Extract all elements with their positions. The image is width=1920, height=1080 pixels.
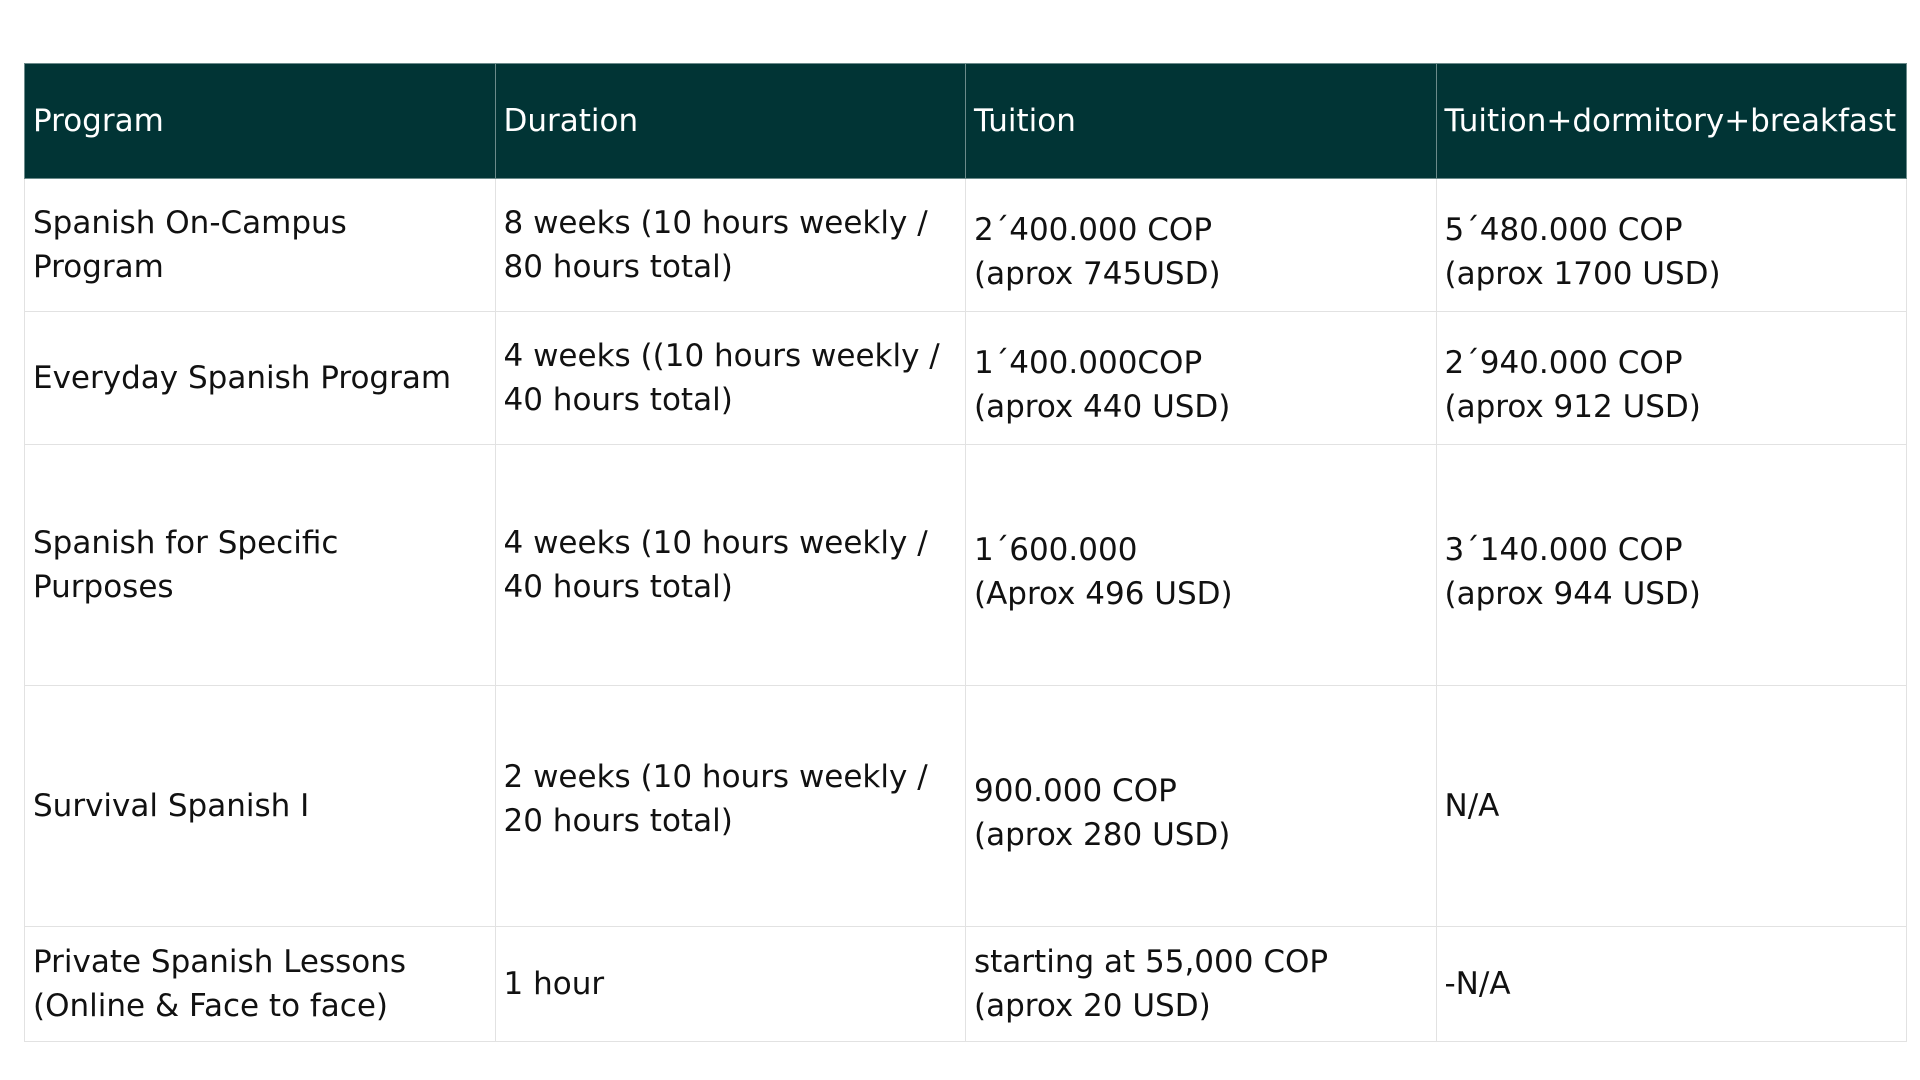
cell-line: Spanish for Specific: [33, 525, 339, 561]
cell-line: 40 hours total): [503, 382, 733, 418]
tuition-cell: starting at 55,000 COP (aprox 20 USD): [965, 926, 1437, 1042]
cell-line: 2 weeks (10 hours weekly /: [503, 759, 928, 795]
program-cell: Survival Spanish I: [24, 685, 496, 927]
full-price-cell: N/A: [1435, 685, 1907, 927]
tuition-cell: 1´400.000COP (aprox 440 USD): [965, 311, 1437, 445]
cell-line: (aprox 1700 USD): [1444, 256, 1721, 292]
header-tuition-dormitory-breakfast: Tuition+dormitory+breakfast: [1435, 63, 1907, 179]
duration-cell: 1 hour: [494, 926, 966, 1042]
cell-line: (aprox 440 USD): [974, 389, 1231, 425]
cell-line: 8 weeks (10 hours weekly /: [503, 205, 928, 241]
tuition-cell: 2´400.000 COP (aprox 745USD): [965, 178, 1437, 312]
pricing-table-container: Program Duration Tuition Tuition+dormito…: [24, 63, 1907, 1042]
cell-line: (aprox 912 USD): [1444, 389, 1701, 425]
cell-line: (aprox 745USD): [974, 256, 1221, 292]
full-price-cell: -N/A: [1435, 926, 1907, 1042]
cell-line: (Aprox 496 USD): [974, 576, 1233, 612]
cell-line: starting at 55,000 COP: [974, 944, 1329, 980]
cell-line: Private Spanish Lessons: [33, 944, 407, 980]
full-price-cell: 2´940.000 COP (aprox 912 USD): [1435, 311, 1907, 445]
cell-line: 4 weeks (10 hours weekly /: [503, 525, 928, 561]
duration-cell: 8 weeks (10 hours weekly / 80 hours tota…: [494, 178, 966, 312]
program-cell: Everyday Spanish Program: [24, 311, 496, 445]
cell-line: -N/A: [1444, 966, 1511, 1002]
cell-line: N/A: [1444, 788, 1500, 824]
cell-line: 1´600.000: [974, 532, 1138, 568]
cell-line: (Online & Face to face): [33, 988, 389, 1024]
table-row: Spanish for Specific Purposes 4 weeks (1…: [24, 444, 1907, 686]
full-price-cell: 5´480.000 COP (aprox 1700 USD): [1435, 178, 1907, 312]
cell-line: 3´140.000 COP: [1444, 532, 1683, 568]
program-cell: Spanish for Specific Purposes: [24, 444, 496, 686]
program-cell: Private Spanish Lessons (Online & Face t…: [24, 926, 496, 1042]
cell-line: 2´400.000 COP: [974, 212, 1213, 248]
table-row: Private Spanish Lessons (Online & Face t…: [24, 926, 1907, 1042]
cell-line: (aprox 280 USD): [974, 817, 1231, 853]
cell-line: 2´940.000 COP: [1444, 345, 1683, 381]
cell-line: 1 hour: [503, 966, 605, 1002]
tuition-cell: 900.000 COP (aprox 280 USD): [965, 685, 1437, 927]
duration-cell: 4 weeks (10 hours weekly / 40 hours tota…: [494, 444, 966, 686]
full-price-cell: 3´140.000 COP (aprox 944 USD): [1435, 444, 1907, 686]
cell-line: 1´400.000COP: [974, 345, 1203, 381]
table-header-row: Program Duration Tuition Tuition+dormito…: [24, 63, 1907, 179]
table-row: Everyday Spanish Program 4 weeks ((10 ho…: [24, 311, 1907, 445]
cell-line: 5´480.000 COP: [1444, 212, 1683, 248]
header-duration: Duration: [494, 63, 966, 179]
cell-line: 4 weeks ((10 hours weekly /: [503, 338, 940, 374]
tuition-cell: 1´600.000 (Aprox 496 USD): [965, 444, 1437, 686]
cell-line: (aprox 944 USD): [1444, 576, 1701, 612]
cell-line: Survival Spanish I: [33, 788, 310, 824]
cell-line: Everyday Spanish Program: [33, 360, 452, 396]
program-pricing-table: Program Duration Tuition Tuition+dormito…: [24, 63, 1907, 1042]
cell-line: (aprox 20 USD): [974, 988, 1211, 1024]
table-row: Survival Spanish I 2 weeks (10 hours wee…: [24, 685, 1907, 927]
duration-cell: 2 weeks (10 hours weekly / 20 hours tota…: [494, 685, 966, 927]
cell-line: 80 hours total): [503, 249, 733, 285]
cell-line: 900.000 COP: [974, 773, 1177, 809]
header-program: Program: [24, 63, 496, 179]
program-cell: Spanish On-Campus Program: [24, 178, 496, 312]
cell-line: 40 hours total): [503, 569, 733, 605]
cell-line: Program: [33, 249, 164, 285]
cell-line: Spanish On-Campus: [33, 205, 347, 241]
table-row: Spanish On-Campus Program 8 weeks (10 ho…: [24, 178, 1907, 312]
duration-cell: 4 weeks ((10 hours weekly / 40 hours tot…: [494, 311, 966, 445]
cell-line: Purposes: [33, 569, 174, 605]
header-tuition: Tuition: [965, 63, 1437, 179]
cell-line: 20 hours total): [503, 803, 733, 839]
